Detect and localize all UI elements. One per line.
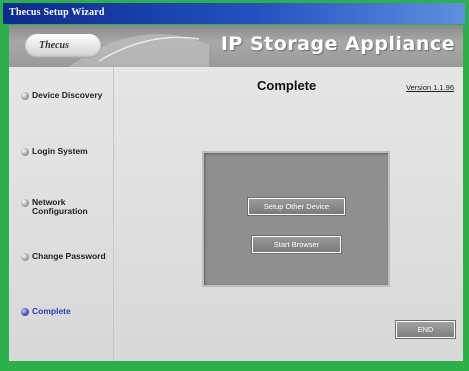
banner: Thecus IP Storage Appliance: [9, 25, 463, 67]
sidebar-item-label: Network Configuration: [32, 197, 88, 216]
product-title: IP Storage Appliance: [220, 33, 455, 55]
sidebar-item-label: Complete: [32, 306, 71, 316]
step-bullet-icon: [21, 92, 29, 100]
start-browser-button[interactable]: Start Browser: [251, 235, 342, 254]
step-bullet-icon: [21, 308, 29, 316]
window-title: Thecus Setup Wizard: [9, 7, 105, 18]
wizard-window: Thecus IP Storage Appliance Device Disco…: [9, 25, 463, 361]
page-title: Complete: [257, 78, 317, 93]
step-bullet-icon: [21, 148, 29, 156]
sidebar-item-label: Change Password: [32, 251, 106, 261]
content-area: Device Discovery Login System Network Co…: [9, 67, 463, 361]
thecus-logo: Thecus: [25, 34, 101, 58]
wizard-steps-sidebar: Device Discovery Login System Network Co…: [9, 67, 114, 361]
setup-other-device-button[interactable]: Setup Other Device: [247, 197, 346, 216]
end-button[interactable]: END: [395, 320, 456, 339]
step-bullet-icon: [21, 253, 29, 261]
action-panel: Setup Other Device Start Browser: [202, 151, 390, 287]
window-frame: Thecus Setup Wizard Thecus IP Storage Ap…: [0, 0, 469, 371]
title-bar[interactable]: Thecus Setup Wizard: [3, 3, 465, 24]
logo-text: Thecus: [39, 40, 69, 51]
sidebar-item-label: Device Discovery: [32, 90, 103, 100]
step-bullet-icon: [21, 199, 29, 207]
version-link[interactable]: Version 1.1.96: [406, 83, 454, 92]
sidebar-item-label: Login System: [32, 146, 88, 156]
